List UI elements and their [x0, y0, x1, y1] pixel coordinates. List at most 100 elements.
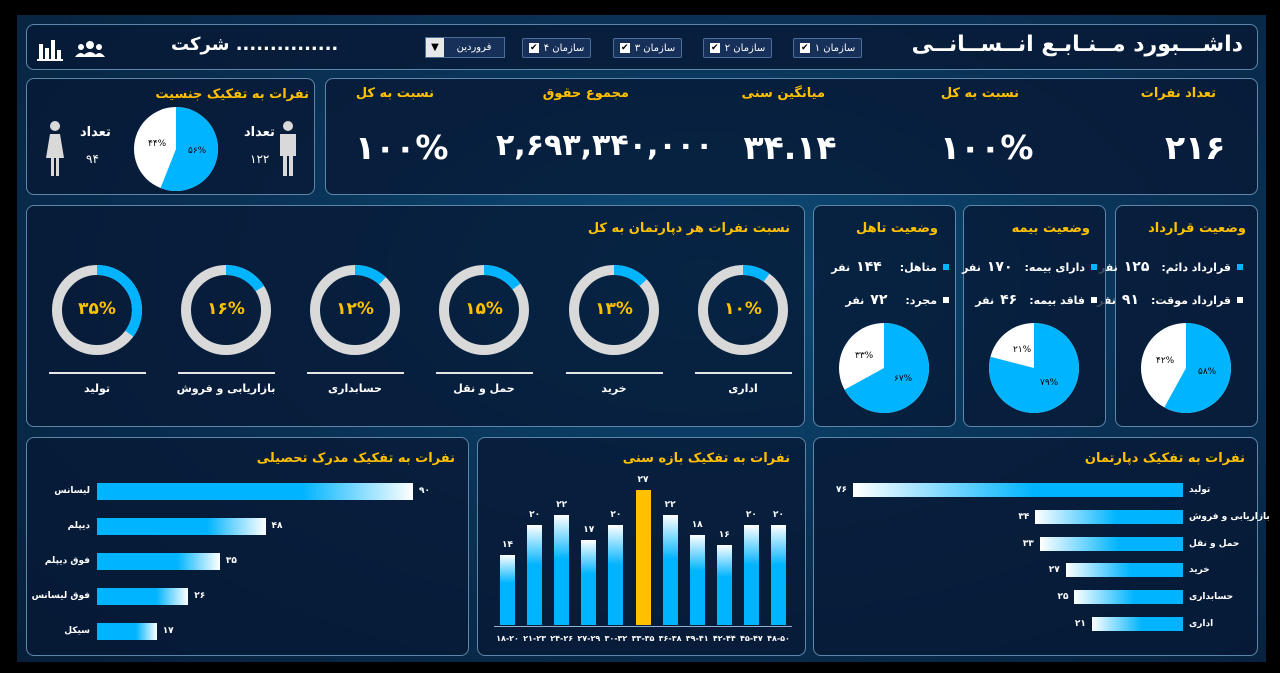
ring-label: حمل و نقل: [453, 382, 515, 395]
marital-main-pct: ۶۷%: [894, 374, 913, 384]
education-bar-value: ۲۶: [194, 591, 206, 601]
age-bar-value: ۲۲: [556, 500, 568, 510]
department-bar-category: تولید: [1189, 485, 1211, 495]
ring-percent: ۱۶%: [207, 299, 245, 319]
education-bar: [97, 623, 157, 640]
education-bar-category: لیسانس: [54, 486, 90, 496]
department-count-title: نفرات به تفکیک دپارتمان: [1084, 451, 1245, 466]
department-bar-value: ۲۵: [1057, 592, 1069, 603]
contract-row-permanent: قرارداد دائم: ۱۲۵ نفر: [1099, 259, 1243, 275]
age-bar-value: ۲۰: [773, 510, 784, 520]
department-bar-value: ۲۷: [1048, 565, 1060, 576]
bar-chart-icon[interactable]: [37, 38, 63, 62]
age-bar-value: ۱۶: [718, 530, 730, 540]
insurance-row-uninsured: فاقد بیمه: ۴۶ نفر: [975, 292, 1097, 308]
department-bar: [1091, 617, 1183, 631]
age-bar: [527, 525, 543, 625]
kpi-label-avg-age: میانگین سنی: [741, 86, 825, 101]
company-name: شرکت ...............: [171, 34, 339, 55]
age-bar-value: ۲۲: [664, 500, 676, 510]
age-bar: [581, 540, 597, 625]
ring-label: اداری: [728, 382, 758, 395]
age-bar-value: ۲۰: [529, 510, 541, 520]
kpi-value-ratio-2: ۱۰۰%: [355, 128, 449, 167]
insurance-title: وضعیت بیمه: [1011, 221, 1090, 236]
ring-underline: [566, 372, 663, 374]
contract-rest-pct: ۴۲%: [1156, 356, 1175, 366]
age-bar: [500, 555, 515, 625]
month-value: فروردین: [444, 38, 504, 57]
age-bar-value: ۲۷: [637, 475, 649, 485]
age-bar: [608, 525, 624, 625]
education-bar-category: سیکل: [64, 626, 90, 636]
legend-square-icon: [1237, 297, 1243, 303]
department-bar-value: ۲۱: [1074, 619, 1086, 629]
ring-label: تولید: [83, 382, 110, 395]
department-bar: [1035, 509, 1183, 524]
gender-title: نفرات به تفکیک جنسیت: [155, 87, 309, 102]
marital-row-married: متاهل: ۱۴۴ نفر: [831, 259, 949, 275]
kpi-label-salary: مجموع حقوق: [542, 86, 629, 101]
age-bar: [662, 515, 678, 625]
kpi-value-avg-age: ۳۴.۱۴: [743, 128, 837, 167]
male-pct-label: ۵۶%: [188, 146, 207, 156]
ring-label: بازاریابی و فروش: [176, 382, 276, 395]
insurance-rest-pct: ۲۱%: [1013, 345, 1032, 355]
ring-percent: ۱۲%: [336, 299, 374, 319]
marital-pie-chart: [839, 323, 929, 413]
kpi-label-ratio-1: نسبت به کل: [940, 86, 1019, 101]
male-count-label: تعداد: [244, 125, 275, 140]
age-bar-value: ۱۷: [583, 525, 595, 535]
department-bar-category: خرید: [1189, 565, 1210, 576]
legend-square-icon: [1091, 297, 1097, 303]
users-icon[interactable]: [74, 38, 106, 60]
age-x-axis: [494, 626, 792, 627]
department-bar-category: بازاریابی و فروش: [1189, 511, 1270, 522]
education-bar-value: ۹۰: [419, 486, 430, 496]
marital-title: وضعیت تاهل: [856, 221, 938, 236]
education-bar: [97, 483, 413, 500]
checkbox-icon[interactable]: ✔: [709, 43, 720, 53]
education-bar: [97, 588, 189, 605]
female-count-label: تعداد: [80, 125, 111, 140]
month-select[interactable]: ▼ فروردین: [425, 37, 505, 58]
department-bar-value: ۳۴: [1018, 511, 1030, 522]
org-filter-2[interactable]: ✔ سازمان ۲: [703, 38, 772, 58]
age-bar: [743, 525, 759, 625]
department-bar-value: ۷۶: [836, 485, 847, 495]
male-count: ۱۲۲: [250, 152, 270, 166]
department-bar-value: ۳۳: [1022, 538, 1034, 549]
education-title: نفرات به تفکیک مدرک تحصیلی: [256, 451, 455, 466]
age-bar-value: ۱۸: [691, 520, 703, 530]
age-bar: [689, 535, 705, 625]
org-filter-1[interactable]: ✔ سازمان ۱: [793, 38, 862, 58]
insurance-pie-chart: [989, 323, 1079, 413]
checkbox-icon[interactable]: ✔: [619, 43, 630, 53]
ring-percent: ۱۰%: [724, 299, 762, 319]
org-filter-4[interactable]: ✔ سازمان ۴: [522, 38, 591, 58]
department-share-title: نسبت نفرات هر دپارتمان به کل: [587, 221, 790, 236]
kpi-label-ratio-2: نسبت به کل: [355, 86, 434, 101]
female-figure-icon: [46, 121, 64, 176]
ring-underline: [49, 372, 146, 374]
dashboard-title: داشـــبورد مــنـابـع انــســانــی: [911, 32, 1243, 57]
ring-percent: ۳۵%: [78, 299, 116, 319]
org-filter-3[interactable]: ✔ سازمان ۳: [613, 38, 682, 58]
marital-rest-pct: ۳۳%: [855, 351, 874, 361]
ring-underline: [436, 372, 533, 374]
ring-underline: [695, 372, 792, 374]
kpi-label-headcount: تعداد نفرات: [1140, 86, 1216, 101]
checkbox-icon[interactable]: ✔: [799, 43, 810, 53]
checkbox-icon[interactable]: ✔: [528, 43, 539, 53]
kpi-value-ratio-1: ۱۰۰%: [940, 128, 1034, 167]
education-bar: [97, 553, 220, 570]
education-bar-category: دیپلم: [67, 521, 90, 531]
legend-square-icon: [943, 264, 949, 270]
department-bar-category: حمل و نقل: [1189, 538, 1240, 549]
chevron-down-icon[interactable]: ▼: [426, 38, 444, 57]
insurance-main-pct: ۷۹%: [1040, 378, 1059, 388]
age-bar: [554, 515, 570, 625]
department-bar: [1039, 536, 1183, 551]
kpi-value-salary: ۲,۶۹۳,۳۴۰,۰۰۰: [496, 128, 714, 163]
legend-square-icon: [1237, 264, 1243, 270]
